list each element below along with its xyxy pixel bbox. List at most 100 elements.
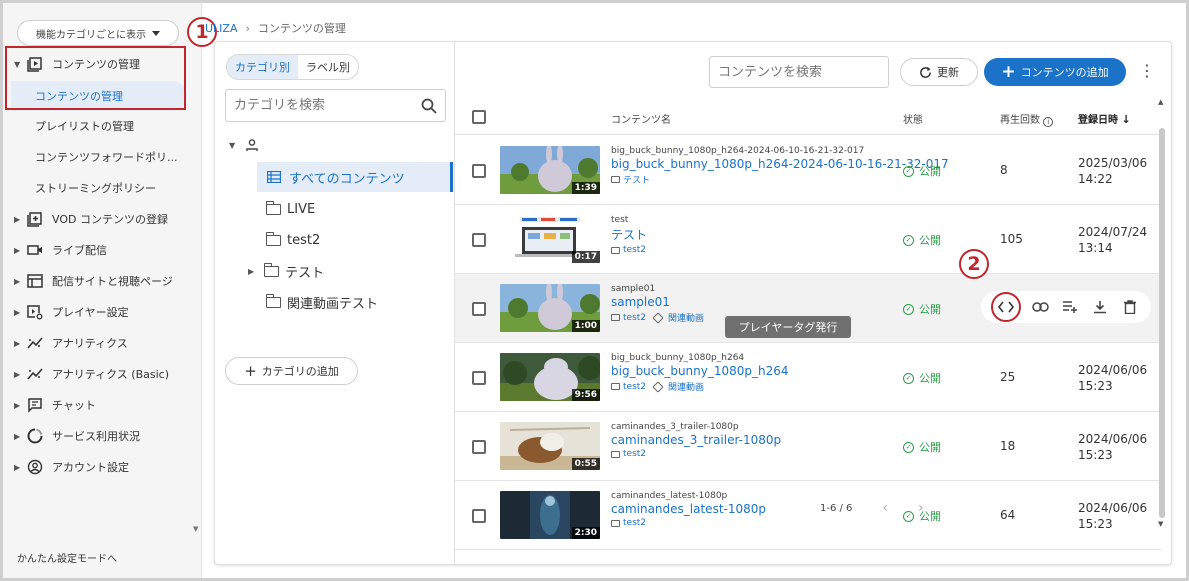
tree-item-related[interactable]: 関連動画テスト — [215, 287, 453, 317]
chevron-down-icon — [152, 30, 160, 36]
category-chip[interactable]: test2 — [623, 313, 646, 323]
nav-sub-streaming-policy[interactable]: ストリーミングポリシー — [3, 173, 202, 203]
content-title-link[interactable]: big_buck_bunny_1080p_h264-2024-06-10-16-… — [611, 157, 949, 171]
chevron-left-icon[interactable]: ‹ — [882, 500, 888, 516]
tab-by-label[interactable]: ラベル別 — [298, 55, 358, 79]
nav-label: VOD コンテンツの登録 — [52, 213, 168, 226]
check-circle-icon: ✓ — [903, 372, 914, 384]
file-name: caminandes_latest-1080p — [611, 491, 728, 501]
nav-sub-forward-policy[interactable]: コンテンツフォワードポリ... — [3, 142, 202, 172]
table-row[interactable]: 1:39 big_buck_bunny_1080p_h264-2024-06-1… — [455, 136, 1161, 205]
add-content-label: コンテンツの追加 — [1020, 66, 1109, 79]
download-button[interactable] — [1089, 296, 1111, 318]
nav-vod-register[interactable]: ▶ VOD コンテンツの登録 — [3, 204, 202, 234]
scroll-up-icon[interactable]: ▲ — [1158, 98, 1163, 106]
category-chip[interactable]: test2 — [623, 245, 646, 255]
nav-site[interactable]: ▶ 配信サイトと視聴ページ — [3, 266, 202, 296]
add-category-button[interactable]: + カテゴリの追加 — [225, 357, 358, 385]
time-value: 13:14 — [1078, 241, 1113, 255]
tree-item-test2[interactable]: test2 — [215, 225, 453, 255]
nav-analytics-basic[interactable]: ▶ アナリティクス (Basic) — [3, 359, 202, 389]
chevron-right-icon[interactable]: › — [918, 500, 924, 516]
nav-label: アナリティクス (Basic) — [52, 368, 169, 381]
info-icon[interactable]: i — [1043, 117, 1054, 127]
nav-live[interactable]: ▶ ライブ配信 — [3, 235, 202, 265]
header-plays[interactable]: 再生回数 i — [1000, 111, 1054, 127]
table-row[interactable]: 0:17 test テスト test2 ✓ 公開 105 2024/07/24 13… — [455, 205, 1161, 274]
tooltip-player-tag: プレイヤータグ発行 — [725, 316, 851, 338]
tab-by-category[interactable]: カテゴリ別 — [227, 55, 298, 79]
thumbnail-dark[interactable]: 2:30 — [500, 491, 600, 539]
status-badge: ✓ 公開 — [903, 163, 941, 179]
category-chip[interactable]: test2 — [623, 518, 646, 528]
nav-analytics[interactable]: ▶ アナリティクス — [3, 328, 202, 358]
thumbnail-bunny[interactable]: 1:39 — [500, 146, 600, 194]
row-checkbox[interactable] — [472, 509, 486, 523]
live-camera-icon — [26, 242, 44, 258]
tree-item-live[interactable]: LIVE — [215, 194, 453, 224]
content-meta: caminandes_3_trailer-1080p caminandes_3_… — [611, 422, 781, 459]
embed-code-button[interactable] — [991, 292, 1021, 322]
add-content-button[interactable]: + コンテンツの追加 — [984, 58, 1126, 86]
breadcrumb-home[interactable]: ULIZA — [205, 22, 237, 35]
content-title-link[interactable]: テスト — [611, 226, 647, 243]
copy-link-button[interactable] — [1029, 296, 1051, 318]
search-icon[interactable] — [421, 98, 437, 114]
easy-mode-link[interactable]: かんたん設定モードへ — [17, 550, 117, 565]
registered-date: 2024/06/06 15:23 — [1078, 431, 1147, 463]
tree-root[interactable]: ▼ — [215, 130, 453, 160]
header-status[interactable]: 状態 — [903, 111, 923, 126]
header-date[interactable]: 登録日時 ↓ — [1078, 111, 1131, 126]
user-icon — [246, 139, 258, 151]
table-row[interactable]: 9:56 big_buck_bunny_1080p_h264 big_buck_… — [455, 343, 1161, 412]
label-chip[interactable]: 関連動画 — [668, 311, 704, 324]
delete-button[interactable] — [1119, 296, 1141, 318]
thumbnail-bunny[interactable]: 9:56 — [500, 353, 600, 401]
row-checkbox[interactable] — [472, 440, 486, 454]
category-chip[interactable]: test2 — [623, 382, 646, 392]
thumbnail-bunny[interactable]: 1:00 — [500, 284, 600, 332]
scroll-down-icon[interactable]: ▼ — [193, 525, 198, 533]
thumbnail-screen[interactable]: 0:17 — [500, 215, 600, 263]
tree-item-all-contents[interactable]: すべてのコンテンツ — [257, 162, 453, 192]
select-all-checkbox[interactable] — [472, 110, 486, 124]
tree-item-test[interactable]: ▶ テスト — [215, 256, 453, 286]
category-chip[interactable]: テスト — [623, 173, 650, 186]
scroll-down-icon[interactable]: ▼ — [1158, 520, 1163, 528]
nav-sub-playlist[interactable]: プレイリストの管理 — [3, 111, 202, 141]
nav-player-settings[interactable]: ▶ プレイヤー設定 — [3, 297, 202, 327]
label-chip[interactable]: 関連動画 — [668, 380, 704, 393]
add-to-playlist-button[interactable] — [1059, 296, 1081, 318]
table-row[interactable]: 2:30 caminandes_latest-1080p caminandes_… — [455, 481, 1161, 550]
row-checkbox[interactable] — [472, 233, 486, 247]
scroll-thumb[interactable] — [1159, 128, 1165, 518]
content-title-link[interactable]: big_buck_bunny_1080p_h264 — [611, 364, 789, 378]
content-title-link[interactable]: caminandes_3_trailer-1080p — [611, 433, 781, 447]
category-chip[interactable]: test2 — [623, 449, 646, 459]
content-title-link[interactable]: sample01 — [611, 295, 704, 309]
registered-date: 2025/03/06 14:22 — [1078, 155, 1147, 187]
row-checkbox[interactable] — [472, 164, 486, 178]
status-label: 公開 — [919, 165, 941, 178]
refresh-button[interactable]: 更新 — [900, 58, 978, 86]
more-vert-icon[interactable]: ⋮ — [1139, 62, 1155, 82]
expand-right-icon: ▶ — [14, 214, 21, 224]
nav-usage[interactable]: ▶ サービス利用状況 — [3, 421, 202, 451]
row-checkbox[interactable] — [472, 371, 486, 385]
row-checkbox[interactable] — [472, 302, 486, 316]
table-scrollbar[interactable]: ▲ ▼ — [1157, 98, 1167, 528]
thumbnail-llama[interactable]: 0:55 — [500, 422, 600, 470]
table-row[interactable]: 0:55 caminandes_3_trailer-1080p caminand… — [455, 412, 1161, 481]
header-name[interactable]: コンテンツ名 — [611, 111, 671, 126]
category-display-toggle[interactable]: 機能カテゴリごとに表示 — [17, 20, 179, 46]
nav-account[interactable]: ▶ アカウント設定 — [3, 452, 202, 482]
usage-icon — [26, 428, 44, 444]
content-search-input[interactable] — [718, 64, 888, 80]
category-search-input[interactable] — [234, 98, 421, 113]
sidebar-scrollbar[interactable]: ▼ — [193, 43, 201, 533]
play-count: 18 — [1000, 439, 1016, 453]
check-circle-icon: ✓ — [903, 234, 914, 246]
nav-chat[interactable]: ▶ チャット — [3, 390, 202, 420]
nav-sub-label: コンテンツフォワードポリ... — [35, 151, 178, 164]
content-title-link[interactable]: caminandes_latest-1080p — [611, 502, 766, 516]
